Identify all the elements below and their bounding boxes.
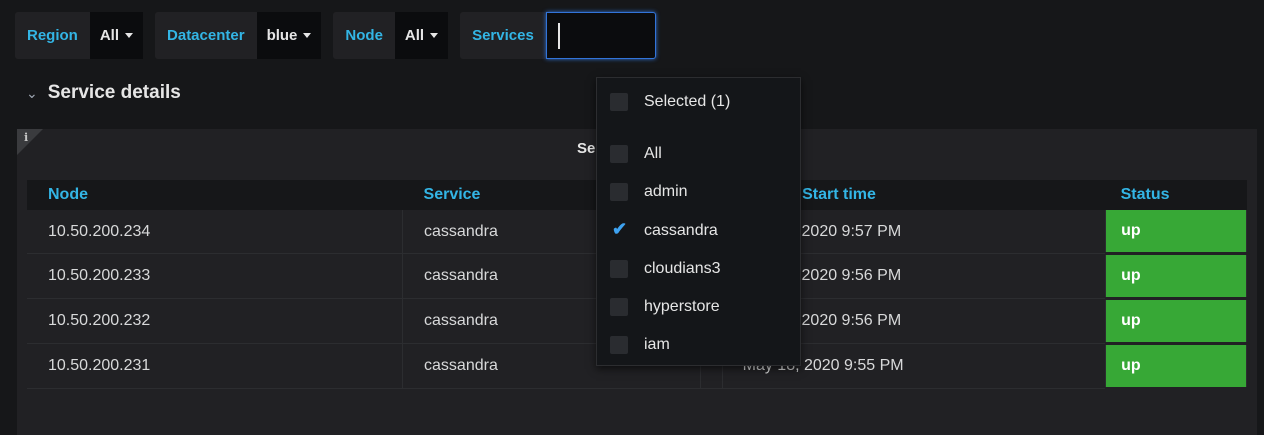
services-label: Services: [460, 12, 546, 59]
option-cloudians3[interactable]: cloudians3: [610, 260, 721, 278]
option-label: All: [644, 145, 662, 162]
option-all[interactable]: All: [610, 145, 662, 163]
node-value: All: [404, 27, 425, 44]
cell-node: 10.50.200.232: [27, 298, 404, 344]
caret-down-icon: [125, 33, 134, 38]
panel-info-corner[interactable]: [17, 129, 43, 155]
option-label: iam: [644, 336, 670, 353]
datacenter-select[interactable]: blue: [256, 12, 322, 59]
status-badge: up: [1105, 298, 1247, 345]
checkbox-icon[interactable]: [610, 93, 628, 111]
variable-bar: Region All Datacenter blue Node All Serv…: [15, 12, 656, 59]
option-label: cassandra: [644, 222, 718, 239]
caret-down-icon: [303, 33, 312, 38]
selected-toggle[interactable]: Selected (1): [610, 93, 730, 111]
checkbox-icon[interactable]: [610, 183, 628, 201]
cell-node: 10.50.200.234: [27, 210, 404, 254]
option-admin[interactable]: admin: [610, 183, 688, 201]
column-header-node[interactable]: Node: [27, 180, 403, 210]
column-header-status[interactable]: Status: [1105, 180, 1247, 210]
checkbox-icon[interactable]: [610, 336, 628, 354]
selected-label: Selected (1): [644, 93, 731, 110]
option-label: cloudians3: [644, 260, 721, 277]
checkbox-icon[interactable]: [610, 145, 628, 163]
option-label: admin: [644, 183, 688, 200]
row-header[interactable]: ⌄ Service details: [26, 82, 181, 104]
region-variable: Region All: [15, 12, 144, 59]
node-variable: Node All: [333, 12, 449, 59]
cell-node: 10.50.200.233: [27, 253, 404, 299]
option-iam[interactable]: iam: [610, 336, 670, 354]
checkbox-icon[interactable]: [610, 260, 628, 278]
region-value: All: [99, 27, 120, 44]
status-badge: up: [1105, 253, 1247, 300]
services-variable: Services: [460, 12, 656, 59]
node-label: Node: [333, 12, 395, 59]
option-label: hyperstore: [644, 298, 720, 315]
status-badge: up: [1105, 210, 1247, 255]
info-icon[interactable]: i: [24, 131, 28, 144]
check-icon: ✔: [612, 219, 628, 239]
datacenter-value: blue: [266, 27, 298, 44]
caret-down-icon: [430, 33, 439, 38]
cell-node: 10.50.200.231: [27, 343, 404, 389]
text-cursor: [557, 23, 560, 49]
region-select[interactable]: All: [89, 12, 144, 59]
services-search-input[interactable]: [545, 12, 656, 59]
node-select[interactable]: All: [394, 12, 449, 59]
panel-title[interactable]: Se: [577, 140, 595, 157]
datacenter-variable: Datacenter blue: [155, 12, 322, 59]
option-cassandra[interactable]: ✔ cassandra: [610, 219, 718, 240]
row-title: Service details: [47, 82, 181, 103]
checkbox-checked[interactable]: ✔: [610, 219, 628, 240]
checkbox-icon[interactable]: [610, 298, 628, 316]
status-badge: up: [1105, 343, 1247, 390]
option-hyperstore[interactable]: hyperstore: [610, 298, 720, 316]
region-label: Region: [15, 12, 90, 59]
services-dropdown-menu: Selected (1) All admin ✔ cassandra cloud…: [596, 77, 801, 366]
chevron-down-icon[interactable]: ⌄: [26, 85, 38, 102]
datacenter-label: Datacenter: [155, 12, 257, 59]
